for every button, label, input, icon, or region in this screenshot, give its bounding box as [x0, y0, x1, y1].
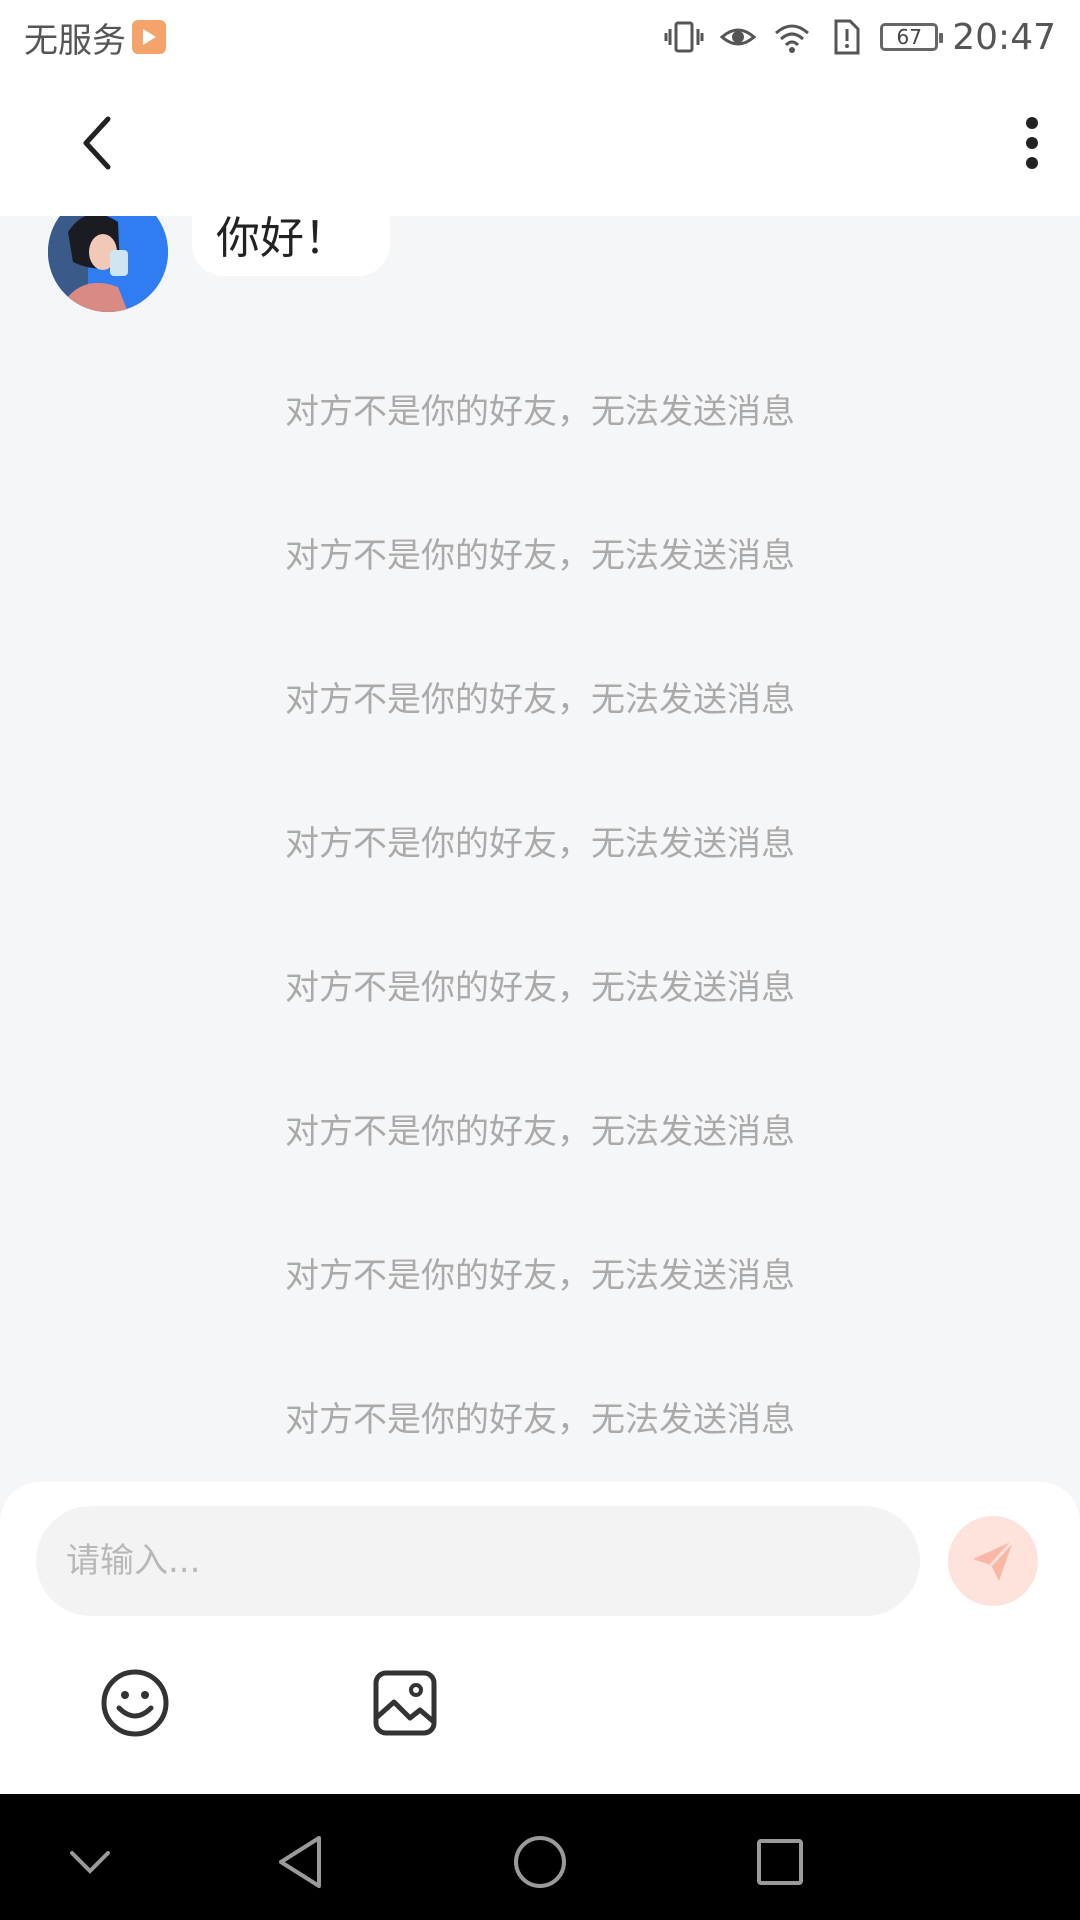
system-notice: 对方不是你的好友，无法发送消息 [285, 1400, 795, 1440]
square-recents-icon [757, 1839, 803, 1885]
clock: 20:47 [952, 16, 1056, 58]
system-notice: 对方不是你的好友，无法发送消息 [285, 1112, 795, 1152]
image-icon [373, 1670, 437, 1736]
wifi-icon [772, 17, 812, 57]
chevron-left-icon [83, 116, 111, 170]
message-row: 你好！ [48, 216, 390, 312]
emoji-icon [101, 1669, 169, 1737]
composer-panel [0, 1482, 1080, 1794]
vibrate-icon [664, 17, 704, 57]
system-notice: 对方不是你的好友，无法发送消息 [285, 968, 795, 1008]
send-button[interactable] [948, 1516, 1038, 1606]
chat-area[interactable]: 你好！ 对方不是你的好友，无法发送消息 对方不是你的好友，无法发送消息 对方不是… [0, 216, 1080, 1482]
chevron-down-icon [70, 1851, 110, 1874]
carrier-label: 无服务 [24, 20, 126, 61]
status-right: 67 20:47 [664, 17, 1056, 58]
battery-icon: 67 [880, 23, 944, 51]
system-notice: 对方不是你的好友，无法发送消息 [285, 536, 795, 576]
message-input[interactable] [36, 1506, 920, 1616]
status-left: 无服务 [24, 13, 166, 62]
nav-home-button[interactable] [510, 1832, 570, 1892]
status-bar: 无服务 67 20:47 [0, 0, 1080, 74]
send-icon [973, 1539, 1015, 1581]
sim-alert-icon [826, 17, 866, 57]
circle-home-icon [514, 1836, 566, 1888]
image-button[interactable] [372, 1668, 438, 1738]
message-text: 你好！ [216, 216, 348, 264]
triangle-back-icon [279, 1836, 321, 1888]
nav-recents-button[interactable] [750, 1832, 810, 1892]
avatar[interactable] [48, 216, 168, 312]
system-notice-list: 对方不是你的好友，无法发送消息 对方不是你的好友，无法发送消息 对方不是你的好友… [0, 384, 1080, 1482]
system-notice: 对方不是你的好友，无法发送消息 [285, 1256, 795, 1296]
more-vertical-icon [1026, 117, 1038, 169]
chat-header [0, 74, 1080, 216]
system-notice: 对方不是你的好友，无法发送消息 [285, 824, 795, 864]
system-nav-bar [0, 1794, 1080, 1920]
carrier-badge-icon [132, 20, 166, 54]
more-button[interactable] [1004, 108, 1060, 178]
nav-back-button[interactable] [270, 1832, 330, 1892]
system-notice: 对方不是你的好友，无法发送消息 [285, 392, 795, 432]
emoji-button[interactable] [100, 1668, 170, 1738]
message-bubble[interactable]: 你好！ [192, 216, 390, 276]
nav-hide-button[interactable] [60, 1832, 120, 1892]
back-button[interactable] [70, 108, 126, 178]
eye-comfort-icon [718, 17, 758, 57]
system-notice: 对方不是你的好友，无法发送消息 [285, 680, 795, 720]
